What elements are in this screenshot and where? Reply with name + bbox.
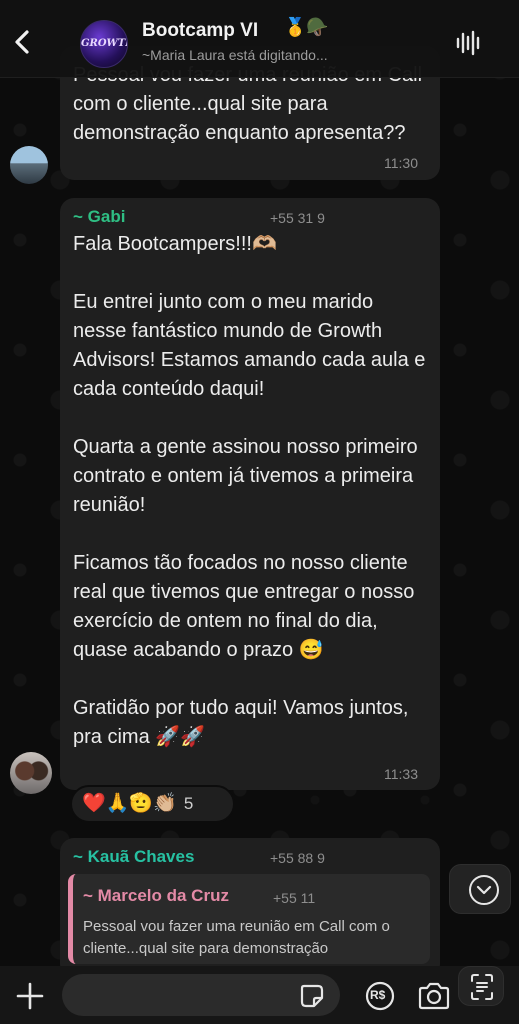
sender-phone: +55 31 9 xyxy=(270,210,325,226)
sender-name[interactable]: ~ Gabi xyxy=(73,207,125,227)
quoted-text: Pessoal vou fazer uma reunião em Call co… xyxy=(83,918,390,957)
chat-header: GROWTH Bootcamp VI 🥇🪖 ~Maria Laura está … xyxy=(0,0,519,78)
message-bubble[interactable]: ~ Kauã Chaves +55 88 9 ~ Marcelo da Cruz… xyxy=(60,838,440,978)
sticker-icon[interactable] xyxy=(298,982,326,1010)
payment-button[interactable]: R$ xyxy=(364,980,396,1012)
voice-call-icon[interactable] xyxy=(454,28,484,58)
typing-status: ~Maria Laura está digitando... xyxy=(142,47,328,63)
message-bubble[interactable]: ~ Gabi +55 31 9 Fala Bootcampers!!!🫶🏼 Eu… xyxy=(60,198,440,790)
composer-bar: R$ xyxy=(0,966,519,1024)
camera-icon[interactable] xyxy=(416,980,452,1012)
message-time: 11:33 xyxy=(384,766,418,782)
group-title-emoji: 🥇🪖 xyxy=(284,17,329,37)
payment-label: R$ xyxy=(370,988,386,1002)
quoted-message[interactable]: ~ Marcelo da Cruz +55 11 Pessoal vou faz… xyxy=(68,874,430,964)
sender-name[interactable]: ~ Kauã Chaves xyxy=(73,847,194,867)
message-reactions[interactable]: ❤️🙏🫡👏🏼 5 xyxy=(70,785,235,823)
group-avatar[interactable]: GROWTH xyxy=(80,20,128,68)
message-time: 11:30 xyxy=(384,155,418,171)
sender-avatar[interactable] xyxy=(10,752,52,794)
sender-avatar[interactable] xyxy=(10,146,48,184)
sender-phone: +55 88 9 xyxy=(270,850,325,866)
quoted-sender-phone: +55 11 xyxy=(273,890,316,906)
message-text: Fala Bootcampers!!!🫶🏼 Eu entrei junto co… xyxy=(73,233,426,748)
group-avatar-label: GROWTH xyxy=(81,38,127,49)
reaction-count: 5 xyxy=(183,794,194,813)
scan-text-button[interactable] xyxy=(458,966,504,1006)
quoted-sender-name: ~ Marcelo da Cruz xyxy=(83,886,229,905)
back-arrow-icon[interactable] xyxy=(8,24,36,60)
reaction-emojis: ❤️🙏🫡👏🏼 xyxy=(82,793,177,814)
group-title[interactable]: Bootcamp VI xyxy=(142,20,258,42)
scroll-to-bottom-button[interactable] xyxy=(449,864,511,914)
chevron-down-icon xyxy=(469,875,499,905)
scan-text-icon xyxy=(471,974,493,1000)
plus-icon[interactable] xyxy=(14,980,46,1012)
